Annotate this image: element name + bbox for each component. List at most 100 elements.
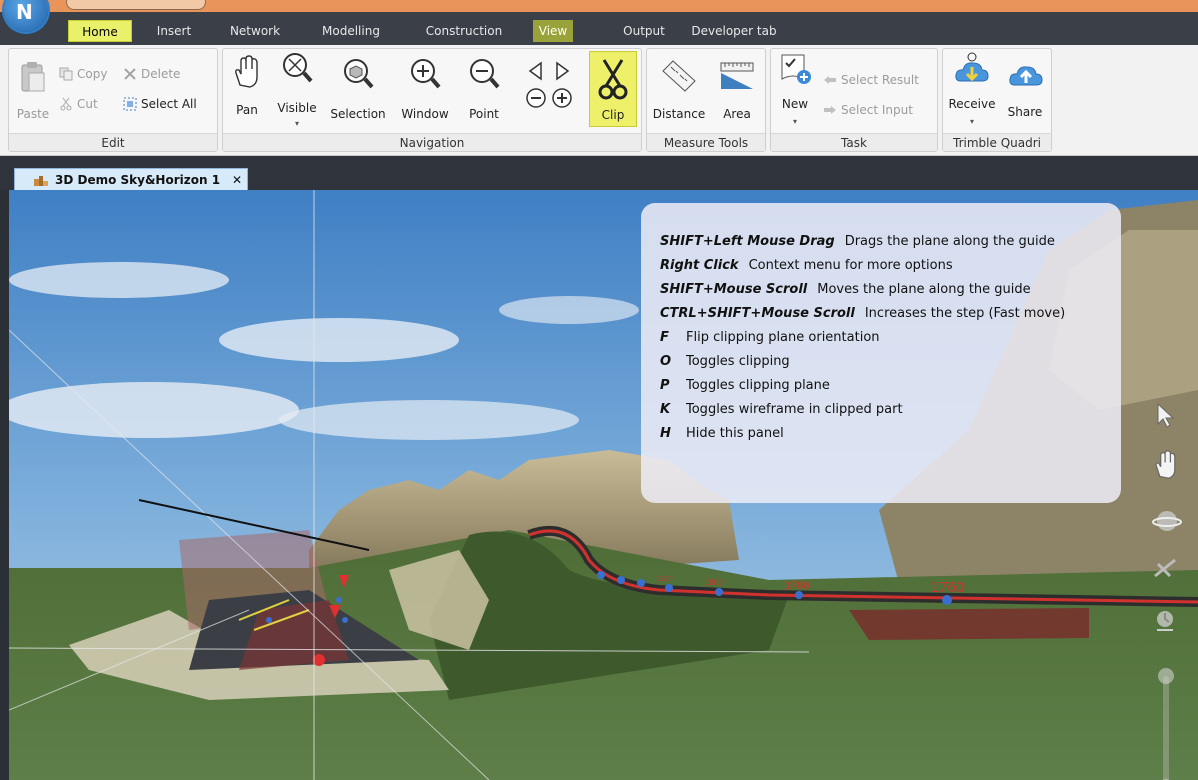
plus-circle-icon	[552, 88, 572, 108]
delete-icon	[124, 68, 136, 80]
clip-button[interactable]: Clip	[589, 51, 637, 127]
group-measure-tools: Distance Area Measure Tools	[646, 48, 766, 152]
paste-label: Paste	[16, 107, 50, 121]
3d-view-icon	[34, 175, 48, 186]
area-measure-icon	[720, 62, 754, 89]
tab-network[interactable]: Network	[222, 20, 288, 42]
cloud-upload-icon	[1009, 66, 1043, 86]
cloud	[499, 296, 639, 324]
cloud	[9, 382, 299, 438]
tab-output[interactable]: Output	[612, 20, 676, 42]
cut-button[interactable]: Cut	[59, 95, 98, 113]
cut-label: Cut	[77, 97, 98, 111]
help-key: K	[660, 401, 671, 417]
previous-view-button[interactable]	[523, 61, 549, 83]
receive-dropdown-icon: ▾	[969, 117, 974, 126]
group-edit: Paste Copy Delete Cut Select All Edit	[8, 48, 218, 152]
help-key: O	[660, 353, 672, 369]
app-logo-letter: N	[16, 0, 33, 24]
tab-home[interactable]: Home	[68, 20, 132, 42]
select-all-icon	[123, 97, 137, 111]
help-desc: Moves the plane along the guide	[817, 281, 1031, 297]
help-desc: Toggles clipping plane	[686, 377, 830, 393]
distance-button[interactable]: Distance	[649, 59, 709, 129]
group-navigation: Pan Visible ▾ Selection Window Point Cli…	[222, 48, 642, 152]
paste-button[interactable]: Paste	[13, 61, 53, 123]
share-button[interactable]: Share	[1001, 59, 1049, 129]
clip-label: Clip	[601, 108, 625, 122]
pan-button[interactable]: Pan	[227, 55, 267, 125]
tab-construction[interactable]: Construction	[412, 20, 516, 42]
zoom-out-step-button[interactable]	[523, 87, 549, 111]
tab-developer[interactable]: Developer tab	[686, 20, 782, 42]
point-button[interactable]: Point	[459, 57, 509, 127]
selection-button[interactable]: Selection	[327, 57, 389, 127]
clip-guide-point	[313, 654, 325, 666]
help-row: H Hide this panel	[660, 421, 1121, 445]
tab-insert[interactable]: Insert	[146, 20, 202, 42]
new-task-button[interactable]: New ▾	[775, 51, 815, 131]
select-all-button[interactable]: Select All	[123, 95, 197, 113]
visible-dropdown-icon: ▾	[294, 119, 299, 128]
help-key: SHIFT+Left Mouse Drag	[660, 233, 835, 249]
area-button[interactable]: Area	[711, 59, 763, 129]
station-label-1780: 1780	[785, 580, 809, 592]
station-marker	[597, 571, 605, 579]
zoom-out-icon	[470, 59, 500, 89]
document-tab-bar: 3D Demo Sky&Horizon 1 ✕	[0, 156, 1198, 190]
help-key: CTRL+SHIFT+Mouse Scroll	[660, 305, 855, 321]
document-tab-title: 3D Demo Sky&Horizon 1	[55, 172, 221, 187]
help-row: SHIFT+Left Mouse Drag Drags the plane alo…	[660, 229, 1121, 253]
point-label: Point	[469, 107, 499, 121]
triangle-right-icon	[556, 61, 570, 81]
document-tab[interactable]: 3D Demo Sky&Horizon 1 ✕	[14, 168, 248, 190]
select-all-label: Select All	[141, 97, 197, 111]
quick-access-toolbar[interactable]	[66, 0, 206, 10]
receive-button[interactable]: Receive ▾	[947, 51, 997, 131]
select-result-icon	[824, 76, 836, 84]
select-input-button[interactable]: Select Input	[823, 101, 913, 119]
tab-modelling[interactable]: Modelling	[310, 20, 392, 42]
paste-icon	[21, 62, 45, 92]
navigation-widget	[1152, 402, 1192, 780]
embankment	[849, 608, 1089, 640]
ribbon-tab-row: Home Insert Network Modelling Constructi…	[0, 12, 1198, 45]
delete-button[interactable]: Delete	[123, 65, 180, 83]
window-label: Window	[401, 107, 449, 121]
select-result-button[interactable]: Select Result	[823, 71, 919, 89]
visible-label: Visible	[277, 101, 317, 115]
help-row: O Toggles clipping	[660, 349, 1121, 373]
zoom-in-icon	[411, 59, 441, 89]
close-tab-icon[interactable]: ✕	[232, 173, 242, 187]
help-desc: Toggles clipping	[686, 353, 790, 369]
help-row: P Toggles clipping plane	[660, 373, 1121, 397]
group-navigation-label: Navigation	[223, 133, 641, 151]
group-edit-label: Edit	[9, 133, 217, 151]
hand-icon	[235, 55, 258, 88]
station-marker	[617, 576, 625, 584]
help-key: Right Click	[660, 257, 739, 273]
share-label: Share	[1007, 105, 1043, 119]
next-view-button[interactable]	[549, 61, 575, 83]
tab-view[interactable]: View	[533, 20, 573, 42]
help-key: F	[660, 329, 669, 345]
area-label: Area	[723, 107, 751, 121]
visible-button[interactable]: Visible ▾	[275, 51, 319, 131]
help-desc: Context menu for more options	[748, 257, 953, 273]
station-marker	[342, 617, 348, 623]
new-task-dropdown-icon: ▾	[792, 117, 797, 126]
pan-label: Pan	[236, 103, 258, 117]
zoom-in-step-button[interactable]	[549, 87, 575, 111]
help-key: P	[660, 377, 670, 393]
window-button[interactable]: Window	[395, 57, 455, 127]
station-label-1760: 1760	[931, 579, 964, 596]
station-marker	[665, 584, 673, 592]
help-row: K Toggles wireframe in clipped part	[660, 397, 1121, 421]
station-marker	[715, 588, 723, 596]
help-row: F Flip clipping plane orientation	[660, 325, 1121, 349]
station-marker	[942, 595, 952, 605]
minus-circle-icon	[526, 88, 546, 108]
copy-button[interactable]: Copy	[59, 65, 107, 83]
clip-help-panel: SHIFT+Left Mouse Drag Drags the plane alo…	[641, 203, 1121, 503]
group-measure-label: Measure Tools	[647, 133, 765, 151]
